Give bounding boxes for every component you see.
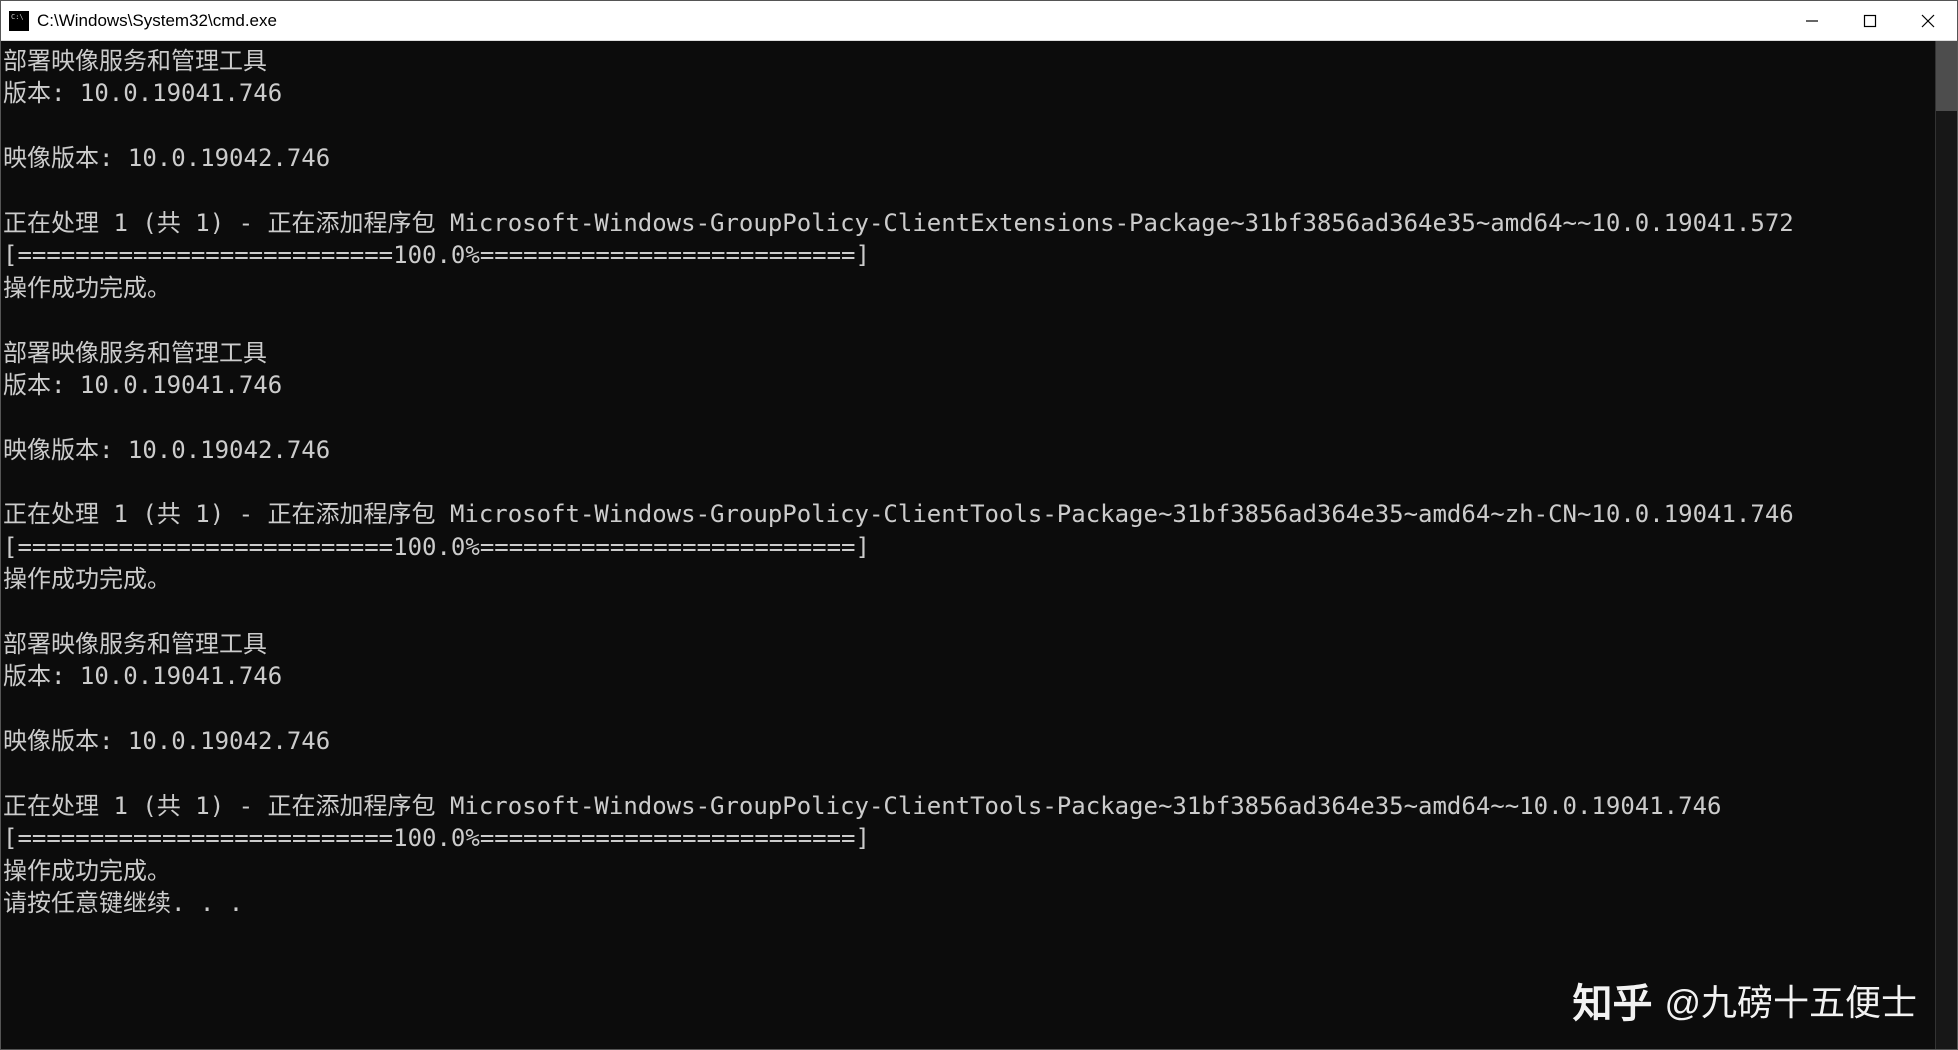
terminal-line: [==========================100.0%=======…	[3, 239, 1933, 271]
window-title: C:\Windows\System32\cmd.exe	[37, 11, 1783, 31]
terminal-line: 部署映像服务和管理工具	[3, 45, 1933, 77]
terminal-line: 正在处理 1 (共 1) - 正在添加程序包 Microsoft-Windows…	[3, 207, 1933, 239]
close-button[interactable]	[1899, 1, 1957, 40]
close-icon	[1921, 14, 1935, 28]
terminal-line: 映像版本: 10.0.19042.746	[3, 725, 1933, 757]
cmd-icon	[9, 11, 29, 31]
scrollbar-thumb[interactable]	[1936, 41, 1957, 111]
terminal-line	[3, 693, 1933, 725]
terminal-line: 操作成功完成。	[3, 563, 1933, 595]
terminal-output[interactable]: 部署映像服务和管理工具版本: 10.0.19041.746 映像版本: 10.0…	[1, 41, 1935, 1049]
terminal-area: 部署映像服务和管理工具版本: 10.0.19041.746 映像版本: 10.0…	[1, 41, 1957, 1049]
terminal-line: 部署映像服务和管理工具	[3, 628, 1933, 660]
terminal-line: 操作成功完成。	[3, 272, 1933, 304]
terminal-line: 正在处理 1 (共 1) - 正在添加程序包 Microsoft-Windows…	[3, 498, 1933, 530]
terminal-line	[3, 401, 1933, 433]
terminal-line	[3, 758, 1933, 790]
terminal-line: 版本: 10.0.19041.746	[3, 77, 1933, 109]
terminal-line	[3, 304, 1933, 336]
terminal-line: [==========================100.0%=======…	[3, 531, 1933, 563]
maximize-button[interactable]	[1841, 1, 1899, 40]
titlebar[interactable]: C:\Windows\System32\cmd.exe	[1, 1, 1957, 41]
cmd-window: C:\Windows\System32\cmd.exe 部署映像服务和管理工具版…	[0, 0, 1958, 1050]
vertical-scrollbar[interactable]	[1935, 41, 1957, 1049]
terminal-line: 正在处理 1 (共 1) - 正在添加程序包 Microsoft-Windows…	[3, 790, 1933, 822]
terminal-line: 操作成功完成。	[3, 855, 1933, 887]
terminal-line: 映像版本: 10.0.19042.746	[3, 434, 1933, 466]
window-controls	[1783, 1, 1957, 40]
terminal-line	[3, 466, 1933, 498]
minimize-icon	[1805, 14, 1819, 28]
terminal-line	[3, 110, 1933, 142]
terminal-line: 映像版本: 10.0.19042.746	[3, 142, 1933, 174]
terminal-line: [==========================100.0%=======…	[3, 822, 1933, 854]
terminal-line: 部署映像服务和管理工具	[3, 337, 1933, 369]
minimize-button[interactable]	[1783, 1, 1841, 40]
terminal-line	[3, 175, 1933, 207]
maximize-icon	[1863, 14, 1877, 28]
terminal-line: 版本: 10.0.19041.746	[3, 660, 1933, 692]
terminal-line: 请按任意键继续. . .	[3, 887, 1933, 919]
terminal-line	[3, 596, 1933, 628]
terminal-line: 版本: 10.0.19041.746	[3, 369, 1933, 401]
